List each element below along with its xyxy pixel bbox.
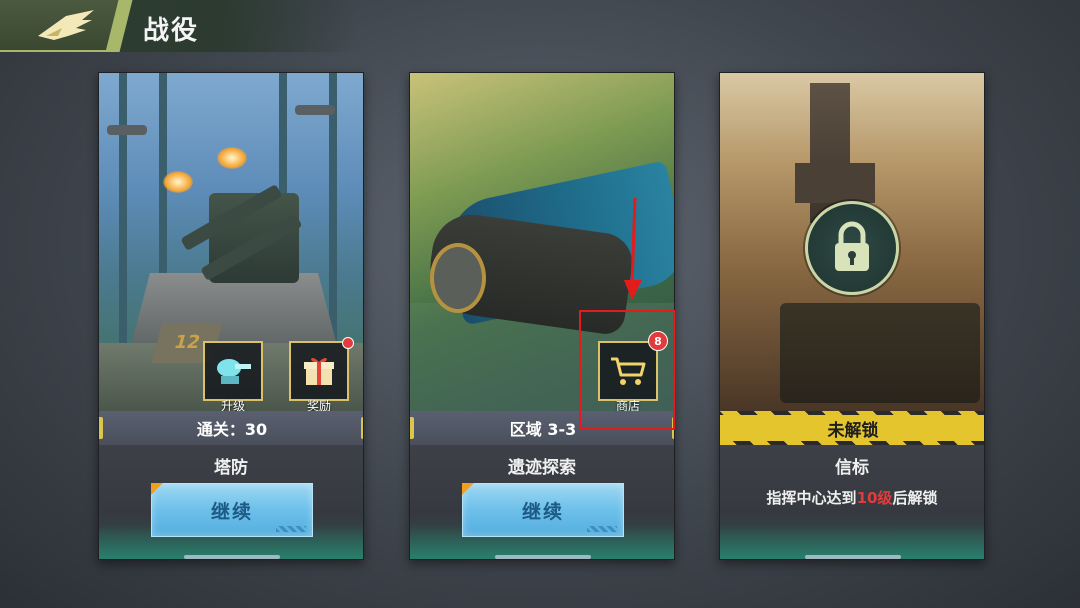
eagle-emblem-icon (38, 10, 94, 40)
continue-label: 继续 (521, 500, 564, 523)
campaign-card-tower-defense[interactable]: 12 升级 奖励 通关：30 塔防 继续 (98, 72, 364, 560)
turret-icon (217, 359, 251, 384)
progress-bar-info: 通关：30 (99, 411, 363, 445)
campaign-card-beacon[interactable]: 未解锁 信标 指挥中心达到10级后解锁 (719, 72, 985, 560)
lock-icon (805, 201, 899, 295)
reward-button[interactable] (289, 341, 349, 401)
upgrade-button[interactable] (203, 341, 263, 401)
mode-name: 信标 (835, 458, 869, 478)
continue-label: 继续 (210, 500, 253, 523)
unlock-requirement: 指挥中心达到10级后解锁 (766, 489, 938, 507)
continue-button[interactable]: 继续 (151, 483, 313, 537)
locked-status-text: 未解锁 (720, 415, 984, 441)
page-title: 战役 (143, 16, 200, 46)
cleared-stages-text: 通关：30 (196, 420, 268, 439)
mode-name: 遗迹探索 (508, 458, 576, 478)
card-handle (495, 555, 591, 559)
locked-status-bar: 未解锁 (720, 411, 984, 445)
gift-icon (304, 357, 334, 385)
area-text: 区域 3-3 (509, 420, 577, 439)
continue-button[interactable]: 继续 (462, 483, 624, 537)
top-header: 战役 (0, 0, 360, 52)
required-level: 10级 (856, 489, 893, 507)
annotation-arrow-icon (624, 197, 642, 300)
mode-name: 塔防 (214, 458, 248, 478)
card-handle (184, 555, 280, 559)
card-handle (805, 555, 901, 559)
reward-notification-dot (342, 337, 354, 349)
annotation-highlight-box (579, 310, 675, 430)
